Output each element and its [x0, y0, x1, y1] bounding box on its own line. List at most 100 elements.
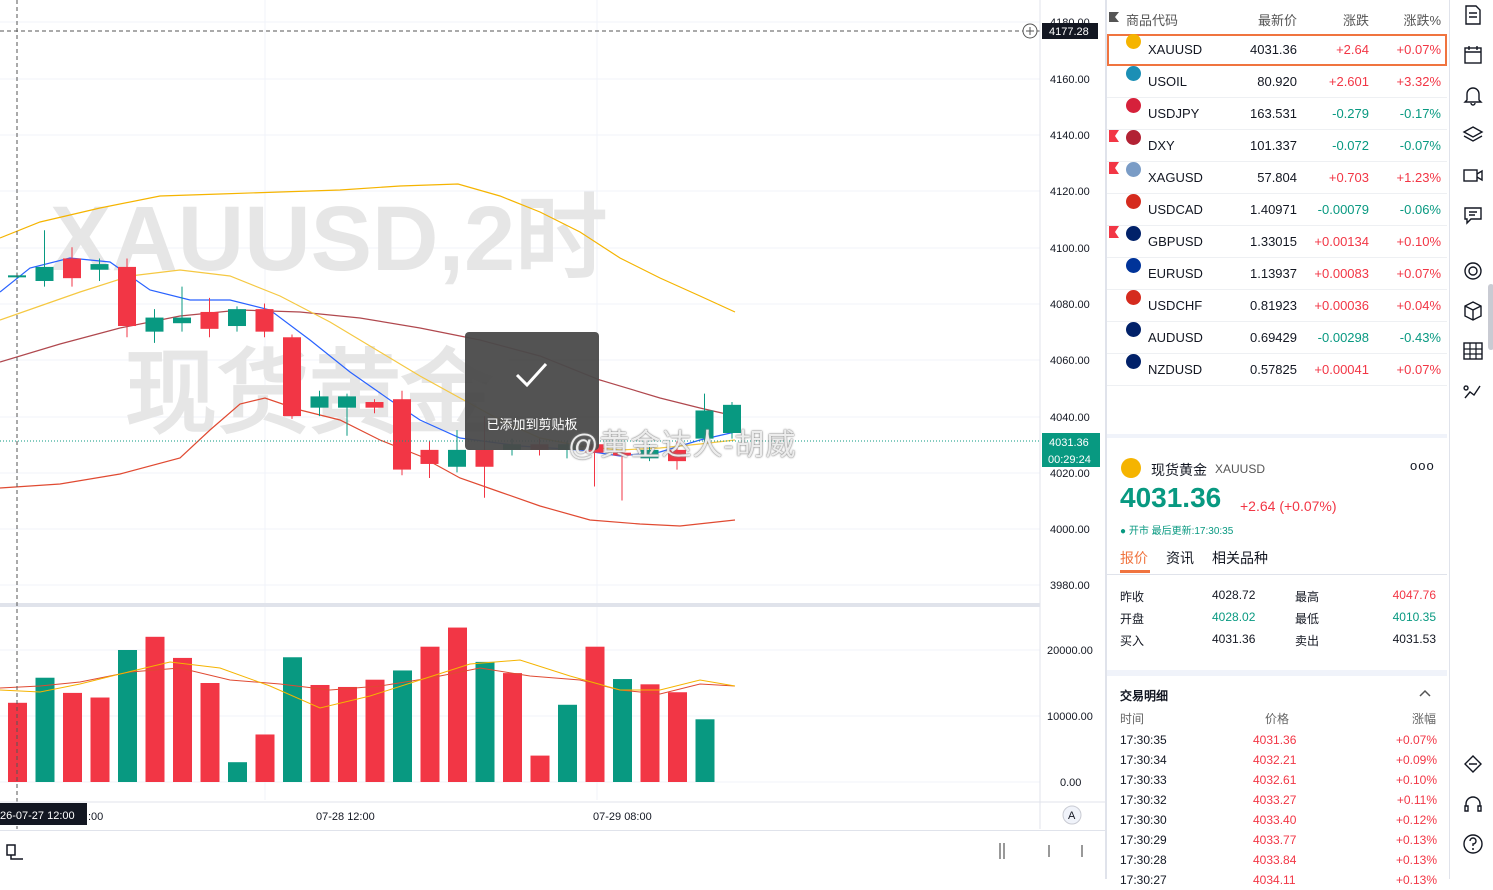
detail-name: 现货黄金 [1151, 462, 1207, 478]
alert-bell-icon[interactable] [1462, 84, 1484, 106]
symbol-flag-icon [1126, 354, 1141, 369]
volume-bar [448, 627, 467, 782]
watchlist-row-usdjpy[interactable]: USDJPY 163.531 -0.279 -0.17% [1107, 98, 1447, 130]
change-value: +2.601 [1328, 74, 1369, 89]
candle-body [200, 311, 219, 329]
tab-news[interactable]: 资讯 [1166, 548, 1194, 568]
volume-axis[interactable]: 20000.00 10000.00 0.00 [1047, 645, 1093, 789]
change-value: -0.279 [1332, 106, 1369, 121]
stat-value: 4031.53 [1392, 632, 1436, 646]
flag-marker-icon[interactable] [1109, 162, 1119, 174]
scroll-controls-icon[interactable] [995, 841, 1095, 863]
target-icon[interactable] [1462, 260, 1484, 282]
flag-marker-icon[interactable] [1109, 130, 1119, 142]
watchlist-row-audusd[interactable]: AUDUSD 0.69429 -0.00298 -0.43% [1107, 322, 1447, 354]
volume-bar [255, 734, 275, 782]
candle-body [90, 264, 109, 270]
pane-divider[interactable] [0, 603, 1040, 607]
symbol-label: USDJPY [1148, 106, 1200, 121]
more-options-icon[interactable]: ooo [1410, 458, 1435, 473]
volume-axis-label: 20000.00 [1047, 645, 1093, 657]
detail-price: 4031.36 [1120, 482, 1222, 513]
time-label-3: 07-29 08:00 [593, 811, 652, 823]
volume-axis-label: 10000.00 [1047, 711, 1093, 723]
header-change[interactable]: 涨跌 [1343, 10, 1369, 29]
stat-label: 开盘 [1120, 612, 1145, 626]
volume-bar [585, 646, 605, 782]
tick-change: +0.13% [1395, 853, 1437, 867]
candle-body [63, 258, 81, 279]
price-axis[interactable]: 4180.004160.004140.004120.004100.004080.… [1050, 17, 1090, 592]
calendar-icon[interactable] [1462, 44, 1484, 66]
watchlist-row-gbpusd[interactable]: GBPUSD 1.33015 +0.00134 +0.10% [1107, 226, 1447, 258]
volume-bar [530, 755, 550, 782]
last-price: 1.33015 [1250, 234, 1297, 249]
crosshair-price-label: 4177.28 [1049, 26, 1089, 38]
flag-marker-icon[interactable] [1109, 226, 1119, 238]
stat-label: 最低 [1295, 612, 1320, 626]
watchlist-row-xauusd[interactable]: XAUUSD 4031.36 +2.64 +0.07% [1107, 34, 1447, 66]
tick-time: 17:30:27 [1120, 873, 1167, 887]
watchlist-row-dxy[interactable]: DXY 101.337 -0.072 -0.07% [1107, 130, 1447, 162]
change-pct: +1.23% [1396, 170, 1441, 185]
weibo-watermark: @黄金达人-胡威 [568, 429, 797, 462]
change-pct: -0.43% [1399, 330, 1441, 345]
table-icon[interactable] [1462, 340, 1484, 362]
help-icon[interactable] [1462, 833, 1484, 855]
video-icon[interactable] [1462, 164, 1484, 186]
last-price-label: 4031.36 [1049, 437, 1089, 449]
symbol-label: USDCHF [1148, 298, 1203, 313]
header-last[interactable]: 最新价 [1258, 10, 1297, 29]
watchlist-row-usdcad[interactable]: USDCAD 1.40971 -0.00079 -0.06% [1107, 194, 1447, 226]
volume-bar [118, 650, 137, 782]
toolbar-collapse-handle[interactable] [1488, 284, 1493, 350]
watchlist-row-eurusd[interactable]: EURUSD 1.13937 +0.00083 +0.07% [1107, 258, 1447, 290]
volume-axis-label: 0.00 [1060, 777, 1081, 789]
layers-icon[interactable] [1462, 124, 1484, 146]
tick-change: +0.07% [1395, 733, 1437, 747]
tick-time: 17:30:28 [1120, 853, 1167, 867]
candle-body [338, 396, 356, 408]
watchlist-row-nzdusd[interactable]: NZDUSD 0.57825 +0.00041 +0.07% [1107, 354, 1447, 386]
change-pct: +0.04% [1396, 298, 1441, 313]
checkmark-icon [515, 362, 548, 388]
change-value: +0.00036 [1314, 298, 1369, 313]
watchlist-row-xagusd[interactable]: XAGUSD 57.804 +0.703 +1.23% [1107, 162, 1447, 194]
symbol-detail-panel: 现货黄金 XAUUSD ooo 4031.36 +2.64 (+0.07%) ●… [1107, 434, 1447, 887]
price-axis-label: 4140.00 [1050, 130, 1090, 142]
tick-change: +0.13% [1395, 833, 1437, 847]
watchlist-row-usdchf[interactable]: USDCHF 0.81923 +0.00036 +0.04% [1107, 290, 1447, 322]
watchlist-row-usoil[interactable]: USOIL 80.920 +2.601 +3.32% [1107, 66, 1447, 98]
header-symbol[interactable]: 商品代码 [1126, 10, 1178, 29]
stat-value: 4028.02 [1212, 610, 1256, 624]
price-axis-label: 4080.00 [1050, 299, 1090, 311]
collapse-chevron-icon[interactable] [1419, 688, 1431, 698]
stat-label: 卖出 [1295, 634, 1320, 648]
chart-area[interactable]: XAUUSD,2时 现货黄金 4180.004160.004140.004120… [0, 0, 1105, 880]
stat-label: 最高 [1295, 590, 1320, 604]
volume-bar [63, 692, 82, 782]
price-axis-label: 4020.00 [1050, 468, 1090, 480]
strategy-icon[interactable] [1462, 380, 1484, 402]
change-value: +0.00083 [1314, 266, 1369, 281]
watchlist-header: 商品代码 最新价 涨跌 涨跌% [1107, 0, 1447, 34]
notes-icon[interactable] [1462, 4, 1484, 26]
symbol-flag-icon [1126, 34, 1141, 49]
chart-bottom-bar [0, 830, 1105, 880]
trade-icon[interactable] [1462, 753, 1484, 775]
tab-quote[interactable]: 报价 [1120, 548, 1148, 568]
cube-icon[interactable] [1462, 300, 1484, 322]
tick-change: +0.09% [1395, 753, 1437, 767]
volume-bar [695, 719, 715, 782]
date-range-icon[interactable] [5, 841, 27, 863]
tab-related[interactable]: 相关品种 [1212, 548, 1268, 568]
last-price: 0.81923 [1250, 298, 1297, 313]
symbol-label: USOIL [1148, 74, 1188, 89]
support-headset-icon[interactable] [1462, 793, 1484, 815]
chat-icon[interactable] [1462, 204, 1484, 226]
tick-change: +0.11% [1396, 793, 1437, 807]
symbol-flag-icon [1126, 130, 1141, 145]
header-change-pct[interactable]: 涨跌% [1403, 10, 1441, 29]
header-flag-icon[interactable] [1109, 12, 1119, 22]
change-value: -0.072 [1332, 138, 1369, 153]
